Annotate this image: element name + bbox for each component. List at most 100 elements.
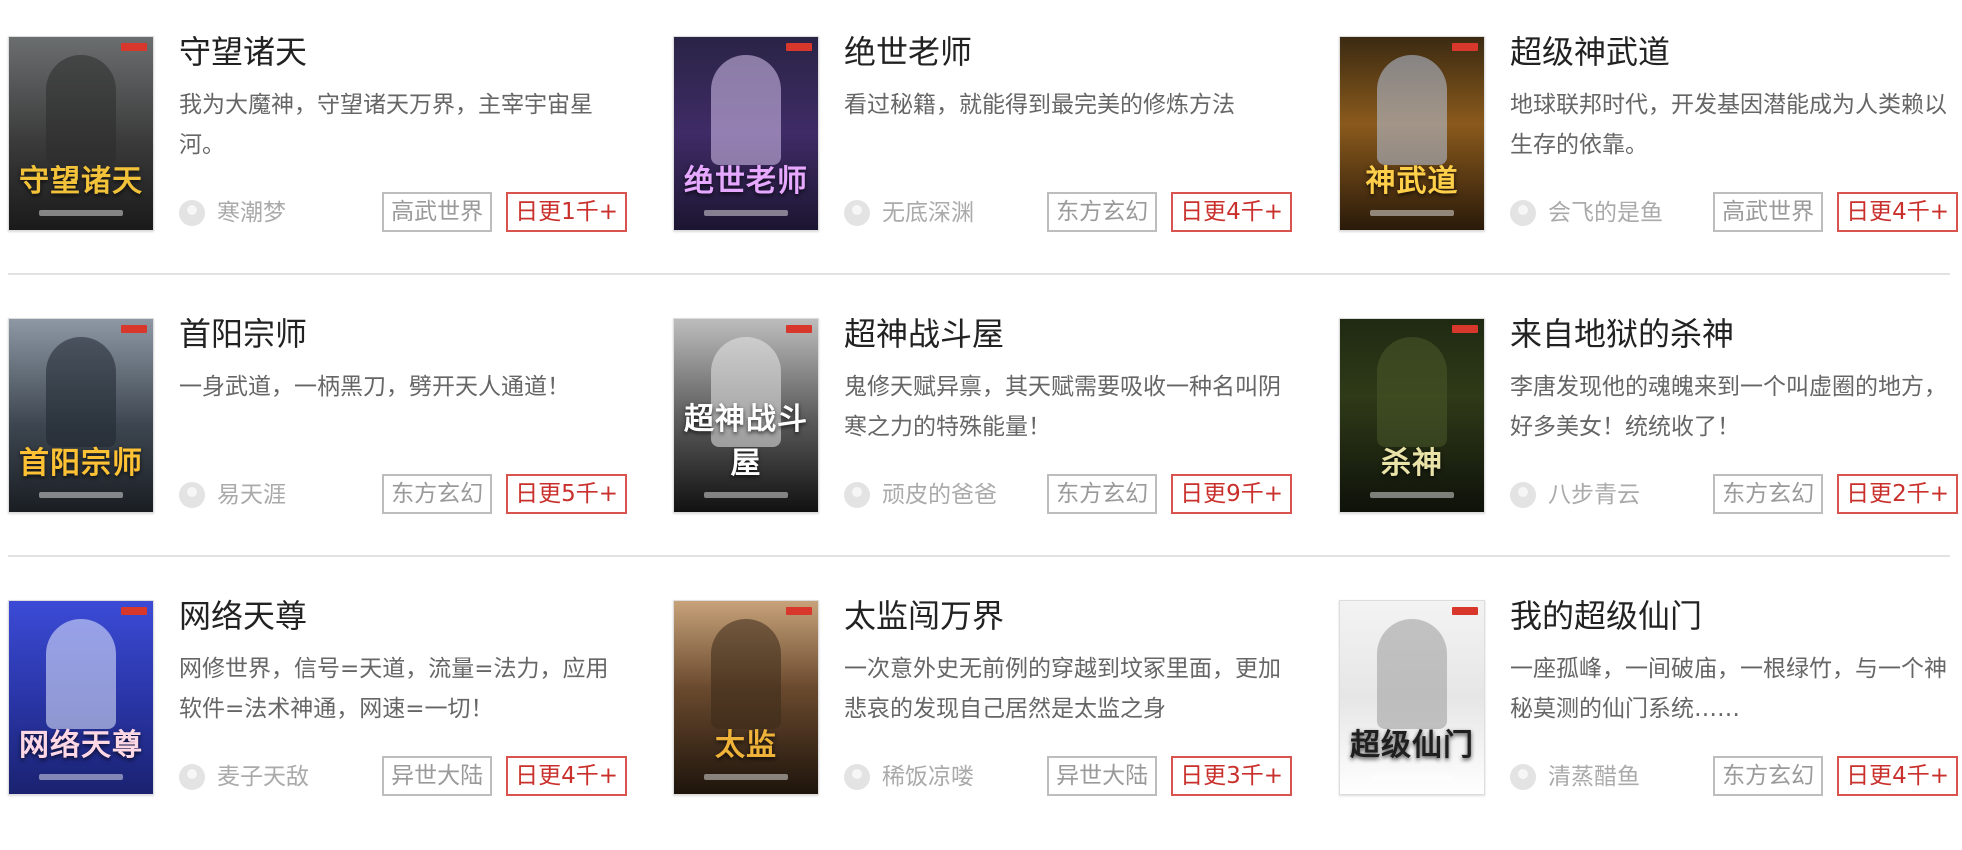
author-name[interactable]: 顽皮的爸爸 [882,477,997,513]
book-title[interactable]: 来自地狱的杀神 [1510,313,1734,355]
book-description: 我为大魔神，守望诸天万界，主宰宇宙星河。 [179,92,593,158]
book-title[interactable]: 超神战斗屋 [844,313,1004,355]
book-meta: 麦子天敌 异世大陆 日更4千+ [179,756,627,796]
book-meta: 顽皮的爸爸 东方玄幻 日更9千+ [844,474,1292,514]
author-avatar-icon [179,482,205,508]
cover-title-text: 首阳宗师 [19,446,143,481]
book-card[interactable]: 超级仙门 我的超级仙门 一座孤峰，一间破庙，一根绿竹，与一个神秘莫测的仙门系统…… [1339,595,1962,805]
book-tags: 东方玄幻 日更5千+ [382,474,627,514]
cover-title-text: 杀神 [1381,446,1443,481]
book-card[interactable]: 太监 太监闯万界 一次意外史无前例的穿越到坟冢里面，更加悲哀的发现自己居然是太监… [673,595,1313,805]
book-title[interactable]: 太监闯万界 [844,595,1004,637]
cover-author-strip [704,492,788,498]
book-card[interactable]: 绝世老师 绝世老师 看过秘籍，就能得到最完美的修炼方法 无底深渊 东方玄幻 日更… [673,31,1313,241]
cover-figure [1377,55,1447,165]
book-title[interactable]: 首阳宗师 [179,313,307,355]
author-name[interactable]: 会飞的是鱼 [1548,195,1663,231]
book-meta: 清蒸醋鱼 东方玄幻 日更4千+ [1510,756,1958,796]
book-cover-image[interactable]: 超神战斗屋 [673,318,819,513]
book-tags: 异世大陆 日更3千+ [1047,756,1292,796]
row-divider [8,555,1950,557]
book-tags: 异世大陆 日更4千+ [382,756,627,796]
update-frequency-tag: 日更3千+ [1171,756,1292,796]
genre-tag[interactable]: 东方玄幻 [1713,756,1824,796]
cover-title-text: 守望诸天 [19,164,143,199]
book-cover-image[interactable]: 守望诸天 [8,36,154,231]
book-meta: 寒潮梦 高武世界 日更1千+ [179,192,627,232]
book-info: 守望诸天 我为大魔神，守望诸天万界，主宰宇宙星河。 寒潮梦 高武世界 日更1千+ [179,31,627,241]
publisher-logo-icon [786,43,812,51]
update-frequency-tag: 日更4千+ [506,756,627,796]
book-cover-image[interactable]: 太监 [673,600,819,795]
author-name[interactable]: 稀饭凉喽 [882,759,974,795]
book-cover-image[interactable]: 绝世老师 [673,36,819,231]
book-meta: 无底深渊 东方玄幻 日更4千+ [844,192,1292,232]
author-avatar-icon [179,764,205,790]
genre-tag[interactable]: 高武世界 [382,192,493,232]
publisher-logo-icon [121,43,147,51]
author-name[interactable]: 麦子天敌 [217,759,309,795]
genre-tag[interactable]: 高武世界 [1713,192,1824,232]
book-title[interactable]: 超级神武道 [1510,31,1670,73]
author-name[interactable]: 寒潮梦 [217,195,286,231]
publisher-logo-icon [786,325,812,333]
genre-tag[interactable]: 东方玄幻 [382,474,493,514]
genre-tag[interactable]: 异世大陆 [1047,756,1158,796]
cover-author-strip [39,210,123,216]
author-avatar-icon [844,482,870,508]
book-cover-image[interactable]: 神武道 [1339,36,1485,231]
genre-tag[interactable]: 异世大陆 [382,756,493,796]
book-info: 超神战斗屋 鬼修天赋异禀，其天赋需要吸收一种名叫阴寒之力的特殊能量！ 顽皮的爸爸… [844,313,1292,523]
book-info: 太监闯万界 一次意外史无前例的穿越到坟冢里面，更加悲哀的发现自己居然是太监之身 … [844,595,1292,805]
book-title[interactable]: 网络天尊 [179,595,307,637]
book-card[interactable]: 超神战斗屋 超神战斗屋 鬼修天赋异禀，其天赋需要吸收一种名叫阴寒之力的特殊能量！… [673,313,1313,523]
author-avatar-icon [1510,200,1536,226]
book-cover-image[interactable]: 超级仙门 [1339,600,1485,795]
book-cover-image[interactable]: 首阳宗师 [8,318,154,513]
author-avatar-icon [1510,764,1536,790]
genre-tag[interactable]: 东方玄幻 [1047,474,1158,514]
author-name[interactable]: 八步青云 [1548,477,1640,513]
book-title[interactable]: 守望诸天 [179,31,307,73]
book-description: 地球联邦时代，开发基因潜能成为人类赖以生存的依靠。 [1510,92,1947,158]
publisher-logo-icon [121,607,147,615]
book-title[interactable]: 绝世老师 [844,31,972,73]
book-card[interactable]: 神武道 超级神武道 地球联邦时代，开发基因潜能成为人类赖以生存的依靠。 会飞的是… [1339,31,1962,241]
genre-tag[interactable]: 东方玄幻 [1047,192,1158,232]
author-name[interactable]: 易天涯 [217,477,286,513]
book-description: 看过秘籍，就能得到最完美的修炼方法 [844,92,1235,118]
cover-figure [1377,619,1447,729]
book-card[interactable]: 网络天尊 网络天尊 网修世界，信号=天道，流量=法力，应用软件=法术神通，网速=… [8,595,648,805]
author-name[interactable]: 无底深渊 [882,195,974,231]
book-card[interactable]: 杀神 来自地狱的杀神 李唐发现他的魂魄来到一个叫虚圈的地方，好多美女！统统收了！… [1339,313,1962,523]
author-avatar-icon [844,764,870,790]
cover-title-text: 太监 [715,728,777,763]
cover-figure [46,337,116,447]
book-meta: 稀饭凉喽 异世大陆 日更3千+ [844,756,1292,796]
cover-author-strip [704,210,788,216]
book-description: 李唐发现他的魂魄来到一个叫虚圈的地方，好多美女！统统收了！ [1510,374,1947,440]
publisher-logo-icon [786,607,812,615]
author-name[interactable]: 清蒸醋鱼 [1548,759,1640,795]
update-frequency-tag: 日更4千+ [1837,756,1958,796]
book-grid: 守望诸天 守望诸天 我为大魔神，守望诸天万界，主宰宇宙星河。 寒潮梦 高武世界 … [0,0,1962,850]
book-tags: 东方玄幻 日更2千+ [1713,474,1958,514]
book-description: 一身武道，一柄黑刀，劈开天人通道！ [179,374,570,400]
book-cover-image[interactable]: 杀神 [1339,318,1485,513]
genre-tag[interactable]: 东方玄幻 [1713,474,1824,514]
author-avatar-icon [179,200,205,226]
publisher-logo-icon [1452,43,1478,51]
book-info: 绝世老师 看过秘籍，就能得到最完美的修炼方法 无底深渊 东方玄幻 日更4千+ [844,31,1292,241]
book-description: 网修世界，信号=天道，流量=法力，应用软件=法术神通，网速=一切！ [179,656,609,722]
book-description: 鬼修天赋异禀，其天赋需要吸收一种名叫阴寒之力的特殊能量！ [844,374,1281,440]
book-title[interactable]: 我的超级仙门 [1510,595,1702,637]
book-info: 我的超级仙门 一座孤峰，一间破庙，一根绿竹，与一个神秘莫测的仙门系统…… 清蒸醋… [1510,595,1958,805]
row-divider [8,273,1950,275]
book-card[interactable]: 首阳宗师 首阳宗师 一身武道，一柄黑刀，劈开天人通道！ 易天涯 东方玄幻 日更5… [8,313,648,523]
cover-author-strip [39,492,123,498]
book-card[interactable]: 守望诸天 守望诸天 我为大魔神，守望诸天万界，主宰宇宙星河。 寒潮梦 高武世界 … [8,31,648,241]
cover-figure [46,619,116,729]
book-cover-image[interactable]: 网络天尊 [8,600,154,795]
cover-title-text: 神武道 [1365,164,1459,199]
book-row: 首阳宗师 首阳宗师 一身武道，一柄黑刀，劈开天人通道！ 易天涯 东方玄幻 日更5… [0,313,1962,523]
